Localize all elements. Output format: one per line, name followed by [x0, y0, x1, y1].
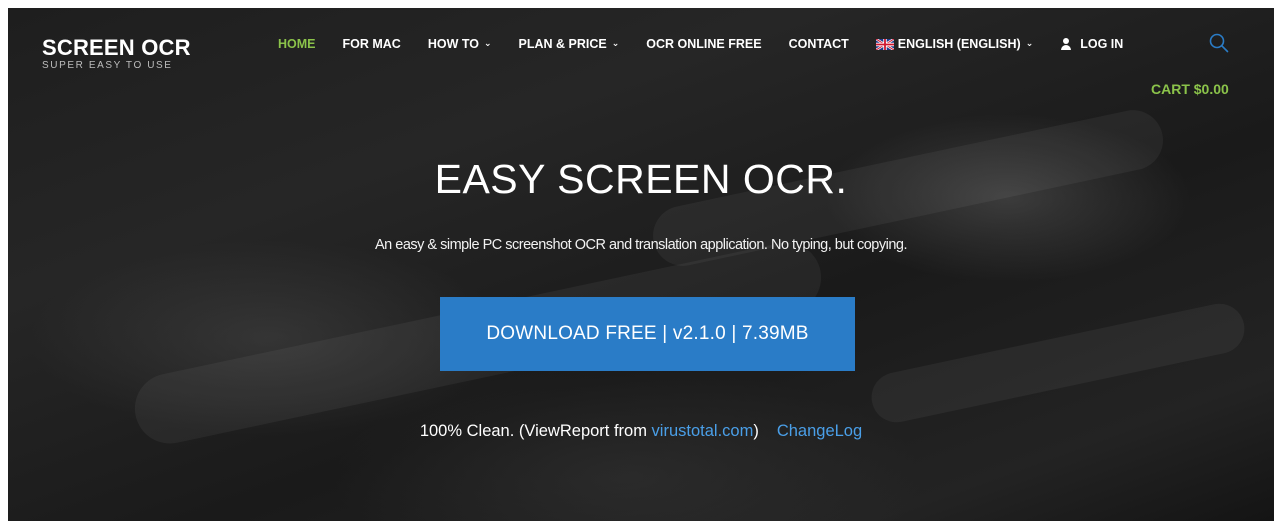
- nav-language-selector[interactable]: ENGLISH (ENGLISH) ⌄: [875, 37, 1034, 51]
- background-streak: [866, 299, 1250, 427]
- main-nav: HOME FOR MAC HOW TO ⌄ PLAN & PRICE ⌄ OCR…: [278, 36, 1150, 52]
- clean-suffix-text: ): [753, 422, 759, 440]
- nav-login[interactable]: LOG IN: [1060, 37, 1123, 51]
- nav-for-mac[interactable]: FOR MAC: [343, 37, 401, 51]
- chevron-down-icon: ⌄: [1025, 37, 1034, 48]
- hero-section: SCREEN OCR SUPER EASY TO USE HOME FOR MA…: [8, 8, 1274, 521]
- chevron-down-icon: ⌄: [483, 37, 492, 48]
- clean-prefix-text: 100% Clean. (ViewReport from: [419, 422, 652, 440]
- clean-report-line: 100% Clean. (ViewReport from virustotal.…: [8, 422, 1274, 441]
- chevron-down-icon: ⌄: [611, 37, 620, 48]
- nav-ocr-online-label: OCR ONLINE FREE: [646, 37, 762, 51]
- nav-how-to[interactable]: HOW TO ⌄: [428, 37, 492, 51]
- nav-how-to-label: HOW TO: [427, 37, 479, 51]
- download-button-label: DOWNLOAD FREE | v2.1.0 | 7.39MB: [486, 323, 809, 344]
- uk-flag-icon: [875, 38, 894, 50]
- user-icon: [1060, 38, 1072, 50]
- nav-plan-price[interactable]: PLAN & PRICE ⌄: [519, 37, 620, 51]
- nav-plan-price-label: PLAN & PRICE: [518, 37, 607, 51]
- hero-title: EASY SCREEN OCR.: [434, 156, 848, 202]
- nav-for-mac-label: FOR MAC: [342, 37, 401, 51]
- nav-contact[interactable]: CONTACT: [789, 37, 849, 51]
- changelog-link[interactable]: ChangeLog: [777, 422, 862, 440]
- logo-subtitle: SUPER EASY TO USE: [42, 60, 173, 71]
- nav-home[interactable]: HOME: [278, 37, 316, 51]
- hero-tagline: An easy & simple PC screenshot OCR and t…: [375, 237, 907, 253]
- nav-home-label: HOME: [278, 37, 316, 51]
- search-icon[interactable]: [1208, 32, 1230, 54]
- nav-ocr-online-free[interactable]: OCR ONLINE FREE: [646, 37, 761, 51]
- cart-link[interactable]: CART $0.00: [1151, 81, 1229, 97]
- nav-login-label: LOG IN: [1080, 37, 1124, 51]
- logo-title: SCREEN OCR: [42, 35, 191, 60]
- download-button[interactable]: DOWNLOAD FREE | v2.1.0 | 7.39MB: [440, 297, 855, 371]
- virustotal-link[interactable]: virustotal.com: [652, 422, 754, 440]
- nav-language-label: ENGLISH (ENGLISH): [897, 37, 1021, 51]
- nav-contact-label: CONTACT: [788, 37, 849, 51]
- site-logo[interactable]: SCREEN OCR SUPER EASY TO USE: [42, 36, 191, 71]
